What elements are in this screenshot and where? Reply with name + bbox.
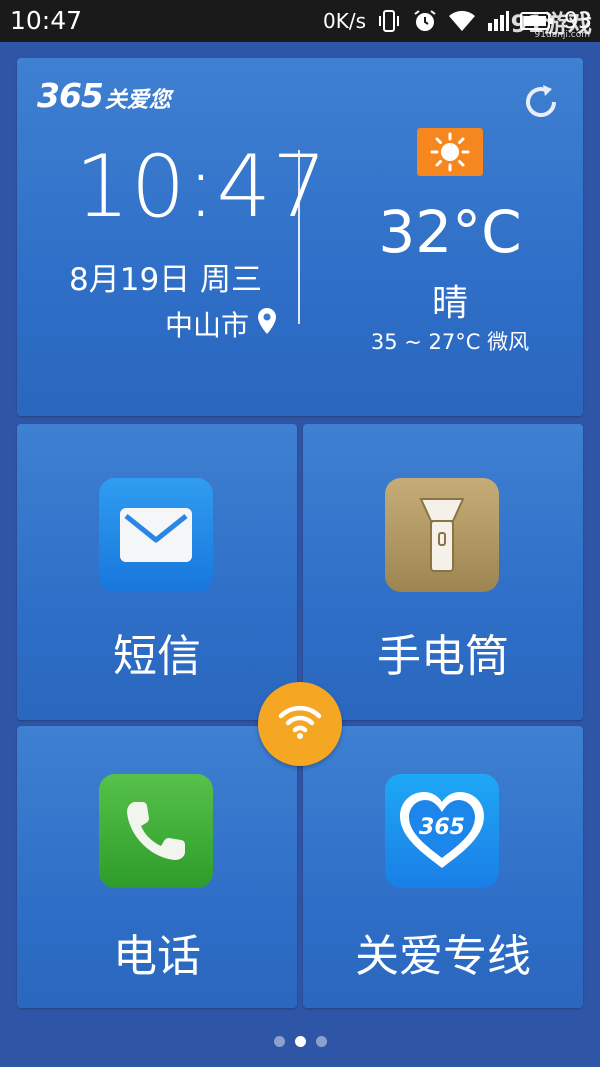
tile-label: 短信 <box>113 631 201 682</box>
logo-number: 365 <box>37 76 104 115</box>
page-dot-active[interactable] <box>294 1036 306 1047</box>
page-dot[interactable] <box>315 1036 327 1047</box>
page-indicator <box>0 1036 600 1047</box>
refresh-icon[interactable] <box>521 82 561 122</box>
sun-icon <box>417 128 483 176</box>
status-icons: 0K/s 93 <box>323 4 592 38</box>
tile-label: 手电筒 <box>377 631 509 682</box>
flashlight-icon <box>385 478 499 592</box>
heart-365-icon: 365 <box>385 774 499 888</box>
alarm-icon <box>412 8 438 34</box>
city-name: 中山市 <box>164 309 249 342</box>
page-dot[interactable] <box>273 1036 285 1047</box>
phone-icon <box>99 774 213 888</box>
location-pin-icon <box>257 307 277 342</box>
signal-icon <box>486 9 510 33</box>
envelope-icon <box>99 478 213 592</box>
flashlight-tile[interactable]: 手电筒 <box>303 424 583 720</box>
app-logo: 365 关爱您 <box>37 76 171 115</box>
wifi-toggle-button[interactable] <box>258 682 342 766</box>
wifi-icon <box>448 9 476 33</box>
phone-tile[interactable]: 电话 <box>17 726 297 1008</box>
clock-time: 10:47 <box>75 137 328 237</box>
vibrate-icon <box>376 8 402 34</box>
battery-level: 93 <box>564 8 592 34</box>
tile-label: 关爱专线 <box>355 931 531 982</box>
weather-range: 35 ~ 27°C 微风 <box>370 330 530 354</box>
weather-condition: 晴 <box>431 283 468 324</box>
heart-365-text: 365 <box>419 815 465 840</box>
battery-icon <box>520 10 554 32</box>
sms-tile[interactable]: 短信 <box>17 424 297 720</box>
location[interactable]: 中山市 <box>165 304 277 344</box>
weather-temperature: 32°C <box>378 198 522 266</box>
clock-weather-widget[interactable]: 365 关爱您 10:47 8月19日 周三 中山市 32°C 晴 35 ~ 2… <box>17 58 583 416</box>
net-speed: 0K/s <box>323 9 366 33</box>
tile-label: 电话 <box>113 931 201 982</box>
clock-date: 8月19日 周三 <box>69 262 263 298</box>
status-bar: 10:47 0K/s 93 91游戏 91danji.com <box>0 0 600 42</box>
wifi-icon <box>278 704 322 744</box>
status-time: 10:47 <box>10 6 83 35</box>
care-hotline-tile[interactable]: 365 关爱专线 <box>303 726 583 1008</box>
logo-text: 关爱您 <box>104 88 171 113</box>
